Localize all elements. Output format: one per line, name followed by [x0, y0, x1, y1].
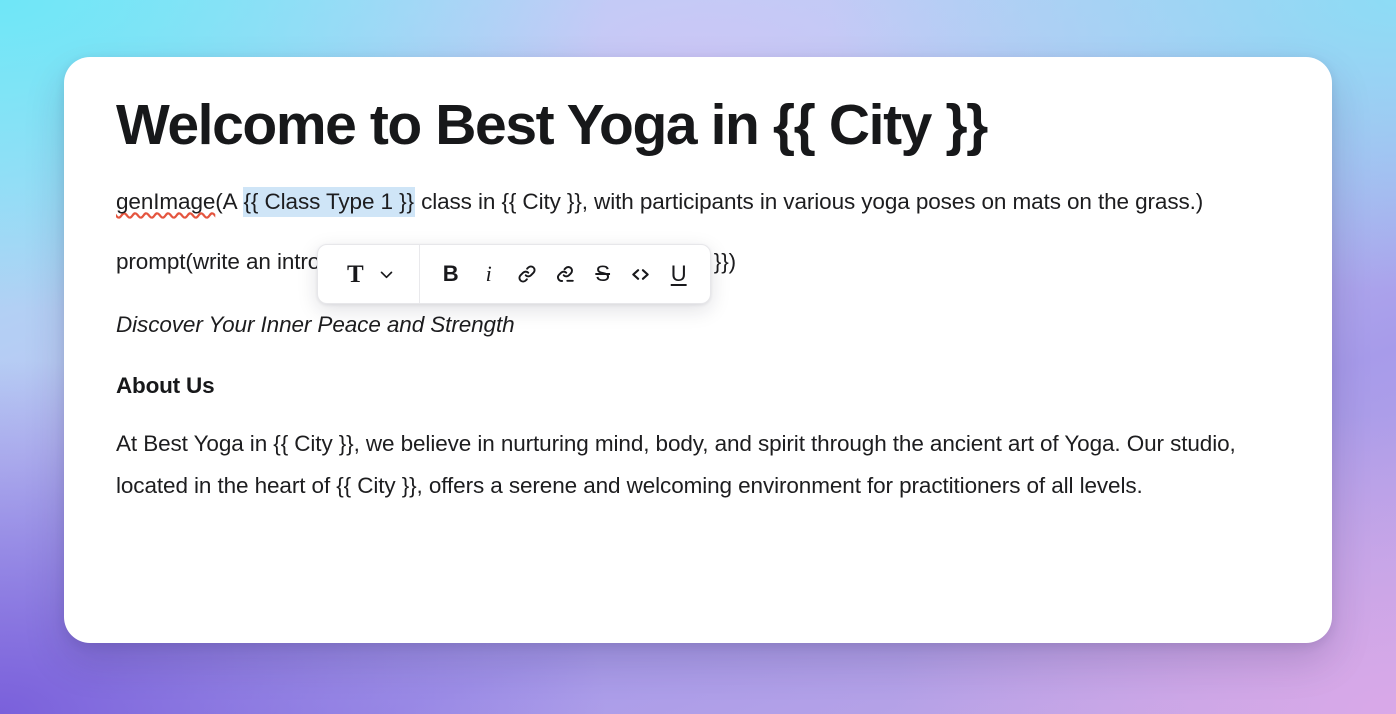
- bold-icon: B: [442, 261, 459, 286]
- page-title: Welcome to Best Yoga in {{ City }}: [116, 93, 988, 157]
- unlink-button[interactable]: [546, 255, 584, 293]
- italic-icon: i: [485, 261, 492, 286]
- selected-text-highlight[interactable]: {{ Class Type 1 }}: [242, 186, 415, 217]
- about-us-paragraph[interactable]: At Best Yoga in {{ City }}, we believe i…: [116, 423, 1282, 507]
- format-toolbar[interactable]: T B i S U: [317, 244, 711, 304]
- gen-image-paragraph[interactable]: genImage(A {{ Class Type 1 }} class in {…: [116, 181, 1282, 223]
- code-icon: [629, 263, 652, 286]
- italic-button[interactable]: i: [470, 255, 508, 293]
- text-style-icon: T: [347, 260, 364, 288]
- text-style-dropdown[interactable]: T: [336, 255, 405, 293]
- code-button[interactable]: [622, 255, 660, 293]
- chevron-down-icon[interactable]: [373, 259, 401, 289]
- gen-image-after-selection: class in {{ City }}, with participants i…: [414, 188, 1204, 214]
- link-off-icon: [554, 263, 576, 285]
- underline-button[interactable]: U: [660, 255, 698, 293]
- tagline-paragraph[interactable]: Discover Your Inner Peace and Strength: [116, 304, 1282, 346]
- toolbar-format-group: B i S U: [420, 245, 710, 303]
- underline-icon: U: [670, 261, 687, 286]
- gen-image-before-selection: (A: [215, 188, 243, 214]
- strikethrough-icon: S: [595, 261, 611, 286]
- bold-button[interactable]: B: [432, 255, 470, 293]
- strikethrough-button[interactable]: S: [584, 255, 622, 293]
- misspelled-word-genimage[interactable]: genImage: [116, 189, 215, 214]
- about-us-heading: About Us: [116, 372, 215, 398]
- toolbar-style-group: T: [318, 245, 419, 303]
- page-background: Welcome to Best Yoga in {{ City }} genIm…: [0, 0, 1396, 714]
- link-button[interactable]: [508, 255, 546, 293]
- link-icon: [516, 263, 538, 285]
- editor-card: Welcome to Best Yoga in {{ City }} genIm…: [64, 57, 1332, 643]
